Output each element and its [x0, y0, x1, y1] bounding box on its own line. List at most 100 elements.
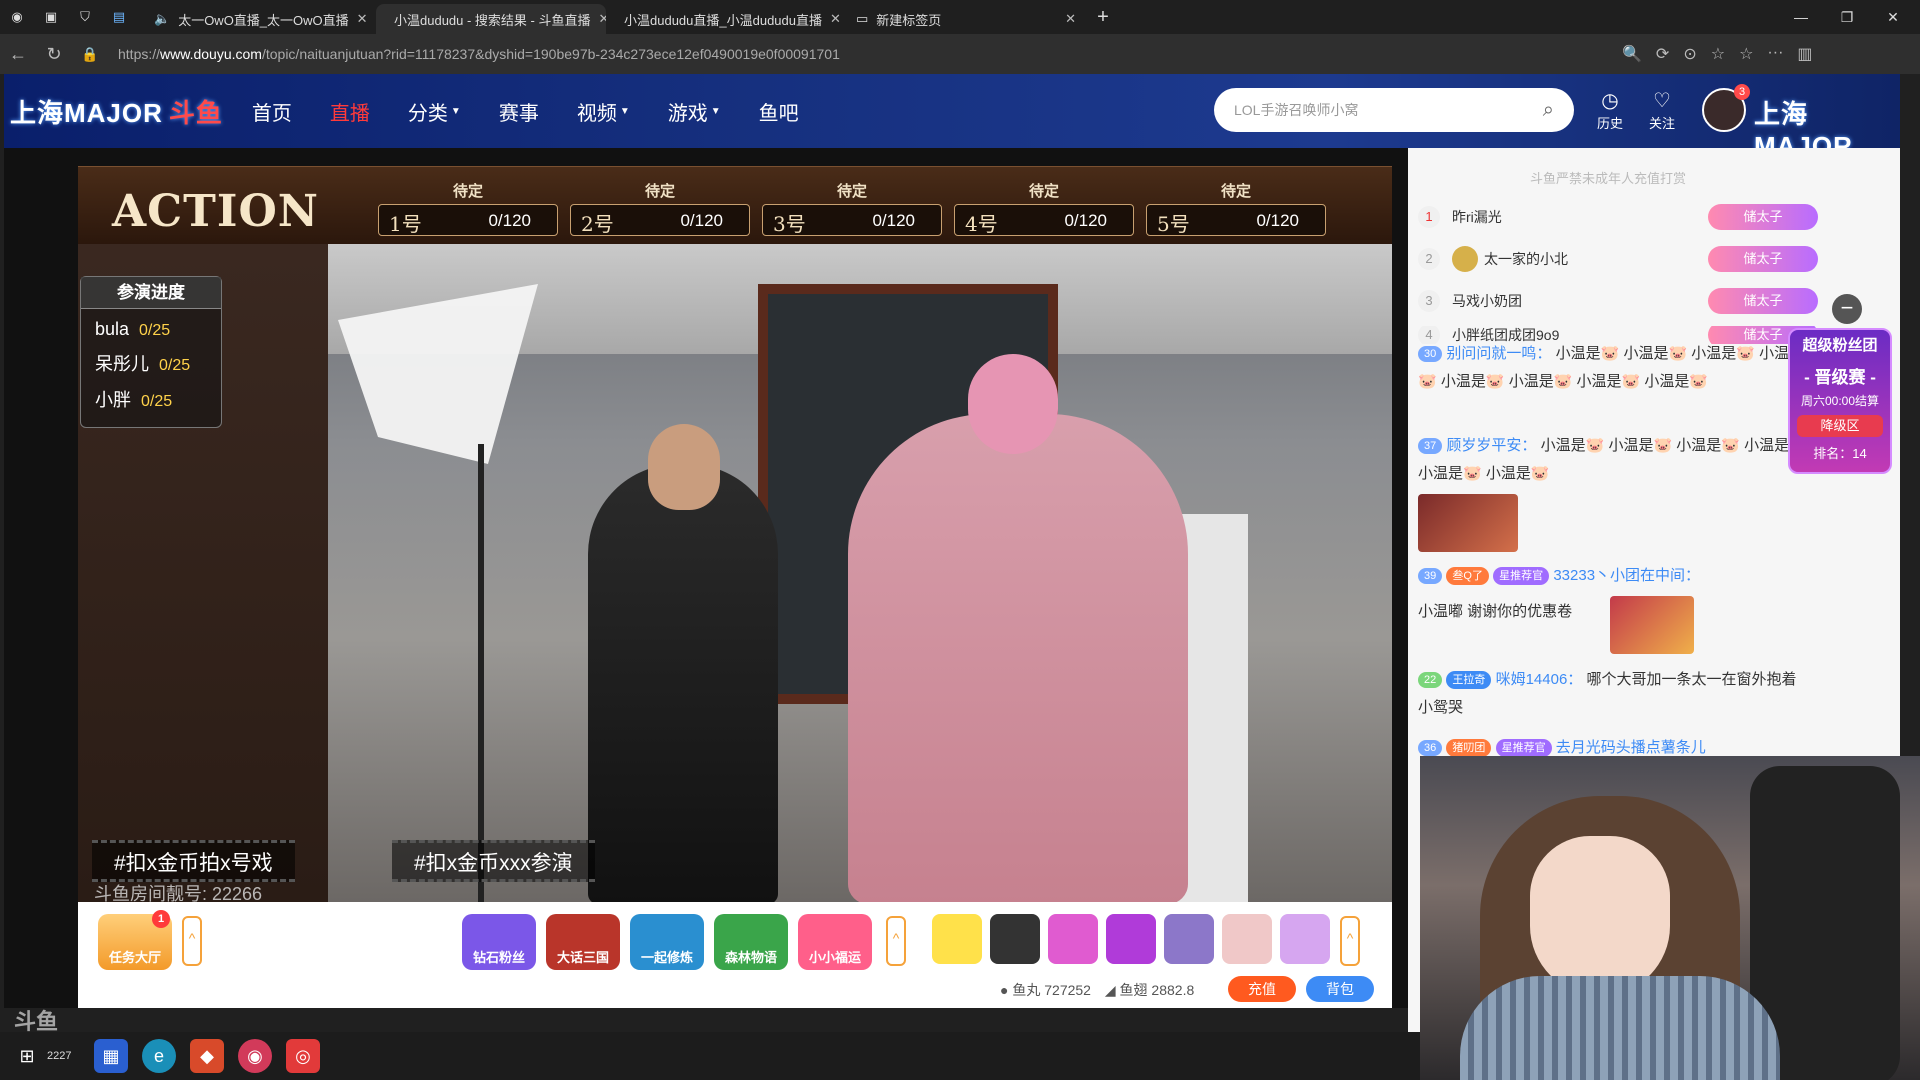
- edge-browser-icon[interactable]: e: [142, 1039, 176, 1073]
- close-icon[interactable]: ✕: [357, 11, 368, 27]
- zoom-icon[interactable]: 🔍: [1622, 44, 1642, 64]
- chat-username[interactable]: 别问问就一鸣：: [1446, 345, 1551, 362]
- gift-item[interactable]: 一起修炼: [630, 914, 704, 970]
- user-level-badge: 22: [1418, 672, 1443, 689]
- douyu-watermark: 斗鱼: [14, 1009, 59, 1034]
- user-level-badge: 37: [1418, 438, 1443, 455]
- gift-tv-icon[interactable]: [1164, 914, 1214, 964]
- chat-app-icon[interactable]: ◉: [238, 1039, 272, 1073]
- expand-arrow-icon[interactable]: ^: [1340, 916, 1360, 966]
- expand-arrow-icon[interactable]: ^: [182, 916, 202, 966]
- live-video[interactable]: [78, 244, 1392, 902]
- light-stand: [478, 444, 484, 902]
- rank-row[interactable]: 3 马戏小奶团 储太子: [1418, 284, 1818, 318]
- collapse-icon[interactable]: −: [1832, 294, 1862, 324]
- fanclub-title: 超级粉丝团: [1802, 337, 1878, 354]
- file-explorer-icon[interactable]: ▦: [94, 1039, 128, 1073]
- new-tab-button[interactable]: +: [1086, 6, 1120, 29]
- favorite-star-icon[interactable]: ☆: [1711, 44, 1725, 64]
- nav-home[interactable]: 首页: [252, 97, 292, 126]
- role-slot[interactable]: 待定 4号 0/120: [954, 172, 1134, 240]
- fan-club-widget[interactable]: 超级粉丝团 - 晋级赛 - 周六00:00结算 降级区 排名：14: [1788, 328, 1892, 474]
- gift-helmet-icon[interactable]: [990, 914, 1040, 964]
- progress-row: 呆彤儿 0/25: [95, 350, 221, 376]
- role-slot[interactable]: 待定 3号 0/120: [762, 172, 942, 240]
- url-path: /topic/naituanjutuan?rid=11178237&dyshid…: [261, 46, 840, 62]
- collections-icon[interactable]: ☆: [1739, 44, 1753, 64]
- search-icon[interactable]: ⌕: [1543, 99, 1554, 122]
- streamer-face: [1530, 836, 1670, 996]
- tab-3[interactable]: 小温dududu直播_小温dududu直播 ✕: [606, 4, 846, 34]
- fanclub-zone: 降级区: [1797, 415, 1883, 437]
- chat-username[interactable]: 咪姆14406：: [1496, 671, 1583, 688]
- url-field[interactable]: https://www.douyu.com/topic/naituanjutua…: [118, 46, 840, 62]
- close-icon[interactable]: ✕: [830, 11, 841, 27]
- pinned-tab-icon[interactable]: ⛉: [68, 9, 102, 25]
- gift-diamond-icon[interactable]: [1106, 914, 1156, 964]
- slot-number: 3号: [773, 212, 806, 236]
- gift-item[interactable]: 小小福运: [798, 914, 872, 970]
- nav-category[interactable]: 分类 ▼: [408, 97, 461, 126]
- task-hall-button[interactable]: 任务大厅 1: [98, 910, 172, 970]
- windows-start-icon[interactable]: ⊞: [14, 1039, 40, 1073]
- gift-ai-icon[interactable]: [1280, 914, 1330, 964]
- close-window-icon[interactable]: ✕: [1870, 0, 1916, 34]
- lock-icon[interactable]: 🔒: [72, 46, 108, 63]
- role-slot[interactable]: 待定 2号 0/120: [570, 172, 750, 240]
- slot-box: 5号 0/120: [1146, 204, 1326, 236]
- music-app-icon[interactable]: ◎: [286, 1039, 320, 1073]
- avatar[interactable]: 3: [1702, 84, 1750, 132]
- follow-button[interactable]: ♡ 关注: [1642, 88, 1682, 132]
- chat-username[interactable]: 顾岁岁平安：: [1446, 437, 1536, 454]
- gift-666-icon[interactable]: [1222, 914, 1272, 964]
- chat-message: 36 猪叨团 星推荐官 去月光码头播点薯条儿: [1418, 734, 1808, 756]
- currency-display: ● 鱼丸 727252 ◢ 鱼翅 2882.8: [1000, 980, 1194, 1000]
- pinned-tab-tv-icon[interactable]: ▤: [102, 9, 136, 25]
- nav-video[interactable]: 视频 ▼: [577, 97, 630, 126]
- slot-number: 5号: [1157, 212, 1190, 236]
- translate-icon[interactable]: ⟳: [1656, 44, 1669, 64]
- tab-2[interactable]: 小温dududu - 搜索结果 - 斗鱼直播 ✕: [376, 4, 606, 34]
- close-icon[interactable]: ✕: [1065, 11, 1076, 27]
- role-slot[interactable]: 待定 5号 0/120: [1146, 172, 1326, 240]
- recharge-button[interactable]: 充值: [1228, 976, 1296, 1002]
- minimize-icon[interactable]: —: [1778, 0, 1824, 34]
- nav-fishbar[interactable]: 鱼吧: [759, 97, 799, 126]
- history-button[interactable]: ◷ 历史: [1590, 88, 1630, 132]
- rank-row[interactable]: 2 太一家的小北 储太子: [1418, 242, 1818, 276]
- search-input[interactable]: LOL手游召唤师小窝 ⌕: [1214, 88, 1574, 132]
- chat-message: 22 王拉奇 咪姆14406： 哪个大哥加一条太一在窗外抱着小鸳哭: [1418, 666, 1808, 722]
- gift-pink-icon[interactable]: [1048, 914, 1098, 964]
- tab-actions-icon[interactable]: ▣: [34, 9, 68, 25]
- gift-item[interactable]: 大话三国: [546, 914, 620, 970]
- nav-games[interactable]: 游戏 ▼: [668, 97, 721, 126]
- user-level-badge: 39: [1418, 568, 1443, 585]
- gift-item[interactable]: 森林物语: [714, 914, 788, 970]
- close-icon[interactable]: ✕: [599, 11, 607, 27]
- nav-events[interactable]: 赛事: [499, 97, 539, 126]
- chat-username[interactable]: 去月光码头播点薯条儿: [1556, 739, 1706, 756]
- bag-button[interactable]: 背包: [1306, 976, 1374, 1002]
- profile-icon[interactable]: ◉: [0, 9, 34, 25]
- tab-1[interactable]: 🔈 太一OwO直播_太一OwO直播 ✕: [136, 4, 376, 34]
- back-icon[interactable]: ←: [0, 44, 36, 65]
- chat-username[interactable]: 33233丶小团在中间：: [1553, 567, 1700, 584]
- more-menu-icon[interactable]: ···: [1767, 44, 1783, 64]
- refresh-icon[interactable]: ↻: [36, 44, 72, 65]
- fanclub-time: 周六00:00结算: [1800, 394, 1880, 408]
- site-logo[interactable]: 上海MAJOR 斗鱼: [10, 93, 223, 130]
- gift-item[interactable]: 钻石粉丝: [462, 914, 536, 970]
- task-label: 任务大厅: [108, 950, 161, 965]
- restore-icon[interactable]: ❐: [1824, 0, 1870, 34]
- rank-row[interactable]: 1 昨ri漏光 储太子: [1418, 200, 1818, 234]
- search-placeholder: LOL手游召唤师小窝: [1234, 102, 1359, 118]
- performer-name: 呆彤儿: [95, 354, 149, 374]
- reader-icon[interactable]: ⊙: [1683, 44, 1696, 64]
- sidebar-icon[interactable]: ▥: [1797, 44, 1812, 64]
- tab-4[interactable]: ▭ 新建标签页 ✕: [846, 4, 1086, 34]
- nav-live[interactable]: 直播: [330, 97, 370, 126]
- gift-dance-icon[interactable]: [932, 914, 982, 964]
- douyu-app-icon[interactable]: ◆: [190, 1039, 224, 1073]
- expand-arrow-icon[interactable]: ^: [886, 916, 906, 966]
- role-slot[interactable]: 待定 1号 0/120: [378, 172, 558, 240]
